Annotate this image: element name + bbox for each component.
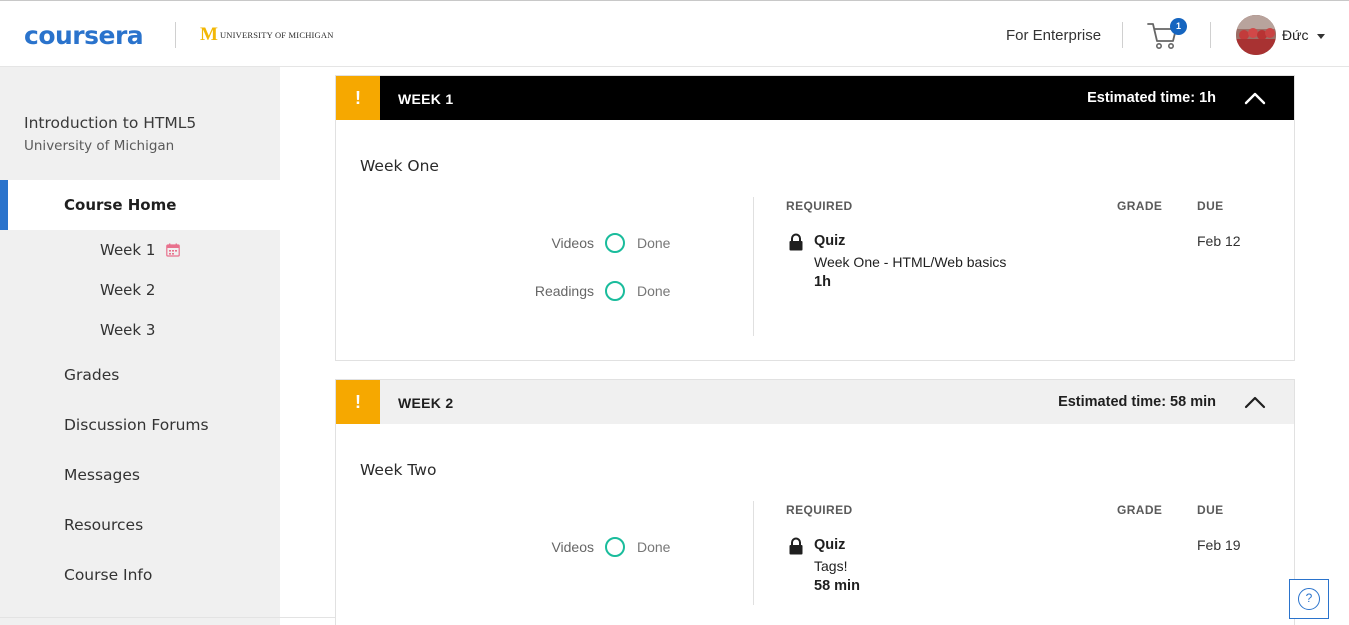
chevron-up-icon[interactable] (1244, 90, 1266, 105)
progress-status: Done (637, 283, 671, 299)
sidebar-item-discussion-forums[interactable]: Discussion Forums (64, 416, 209, 434)
week-label: WEEK 1 (398, 91, 454, 107)
header-divider (1122, 22, 1123, 48)
for-enterprise-link[interactable]: For Enterprise (1006, 27, 1101, 44)
sidebar-item-label: Course Home (64, 196, 177, 214)
assignment-type[interactable]: Quiz (814, 233, 845, 249)
course-institution: University of Michigan (24, 138, 175, 154)
assignment-duration: 58 min (814, 578, 860, 594)
university-logo[interactable]: M UNIVERSITY OF MICHIGAN (200, 24, 334, 45)
week-header[interactable]: ! WEEK 1 Estimated time: 1h (336, 76, 1294, 120)
lock-icon (788, 537, 804, 555)
assignment-duration: 1h (814, 274, 831, 290)
required-header: REQUIRED (786, 503, 853, 517)
sidebar-item-course-info[interactable]: Course Info (64, 566, 152, 584)
assignment-type[interactable]: Quiz (814, 537, 845, 553)
progress-label: Videos (551, 235, 594, 251)
progress-status: Done (637, 235, 671, 251)
sidebar-item-week-2[interactable]: Week 2 (100, 281, 155, 299)
assignment-due-date: Feb 12 (1197, 233, 1241, 249)
column-divider (753, 197, 754, 336)
header-divider (175, 22, 176, 48)
progress-row: Videos Done (336, 232, 676, 256)
sidebar-item-week-1[interactable]: Week 1 (100, 241, 155, 259)
week-card: ! WEEK 2 Estimated time: 58 min Week Two… (335, 379, 1295, 625)
progress-status: Done (637, 539, 671, 555)
lock-icon (788, 233, 804, 251)
sidebar-item-resources[interactable]: Resources (64, 516, 143, 534)
course-sidebar: Introduction to HTML5 University of Mich… (0, 67, 280, 625)
progress-circle-icon (605, 281, 625, 301)
top-header: coursera M UNIVERSITY OF MICHIGAN For En… (0, 0, 1349, 67)
estimated-time: Estimated time: 58 min (1058, 394, 1216, 410)
sidebar-item-week-3[interactable]: Week 3 (100, 321, 155, 339)
due-header: DUE (1197, 199, 1224, 213)
chevron-down-icon[interactable] (1317, 34, 1325, 39)
progress-circle-icon (605, 233, 625, 253)
assignment-name[interactable]: Week One - HTML/Web basics (814, 254, 1006, 270)
week-title[interactable]: Week Two (360, 461, 436, 479)
avatar[interactable] (1236, 15, 1276, 55)
alert-icon: ! (336, 380, 380, 424)
calendar-icon (166, 242, 180, 257)
active-indicator (0, 180, 8, 230)
header-divider (1210, 22, 1211, 48)
help-button[interactable]: ? (1289, 579, 1329, 619)
umich-m-logo: M (200, 24, 218, 45)
chevron-up-icon[interactable] (1244, 394, 1266, 409)
week-label: WEEK 2 (398, 395, 454, 411)
username[interactable]: Đức (1282, 27, 1308, 43)
sidebar-item-course-home[interactable]: Course Home (0, 180, 280, 230)
grade-header: GRADE (1117, 503, 1163, 517)
estimated-time: Estimated time: 1h (1087, 90, 1216, 106)
week-card: ! WEEK 1 Estimated time: 1h Week One Vid… (335, 75, 1295, 361)
sidebar-item-messages[interactable]: Messages (64, 466, 140, 484)
progress-row: Readings Done (336, 280, 676, 304)
assignment-due-date: Feb 19 (1197, 537, 1241, 553)
university-name: UNIVERSITY OF MICHIGAN (219, 30, 334, 40)
question-icon: ? (1298, 588, 1320, 610)
cart-count-badge: 1 (1170, 18, 1187, 35)
due-header: DUE (1197, 503, 1224, 517)
course-title[interactable]: Introduction to HTML5 (24, 114, 196, 132)
progress-label: Videos (551, 539, 594, 555)
alert-icon: ! (336, 76, 380, 120)
week-title[interactable]: Week One (360, 157, 439, 175)
coursera-logo[interactable]: coursera (24, 21, 144, 50)
grade-header: GRADE (1117, 199, 1163, 213)
progress-row: Videos Done (336, 536, 676, 560)
progress-label: Readings (534, 283, 594, 299)
week-header[interactable]: ! WEEK 2 Estimated time: 58 min (336, 380, 1294, 424)
required-header: REQUIRED (786, 199, 853, 213)
assignment-name[interactable]: Tags! (814, 558, 847, 574)
progress-circle-icon (605, 537, 625, 557)
column-divider (753, 501, 754, 605)
sidebar-item-grades[interactable]: Grades (64, 366, 119, 384)
